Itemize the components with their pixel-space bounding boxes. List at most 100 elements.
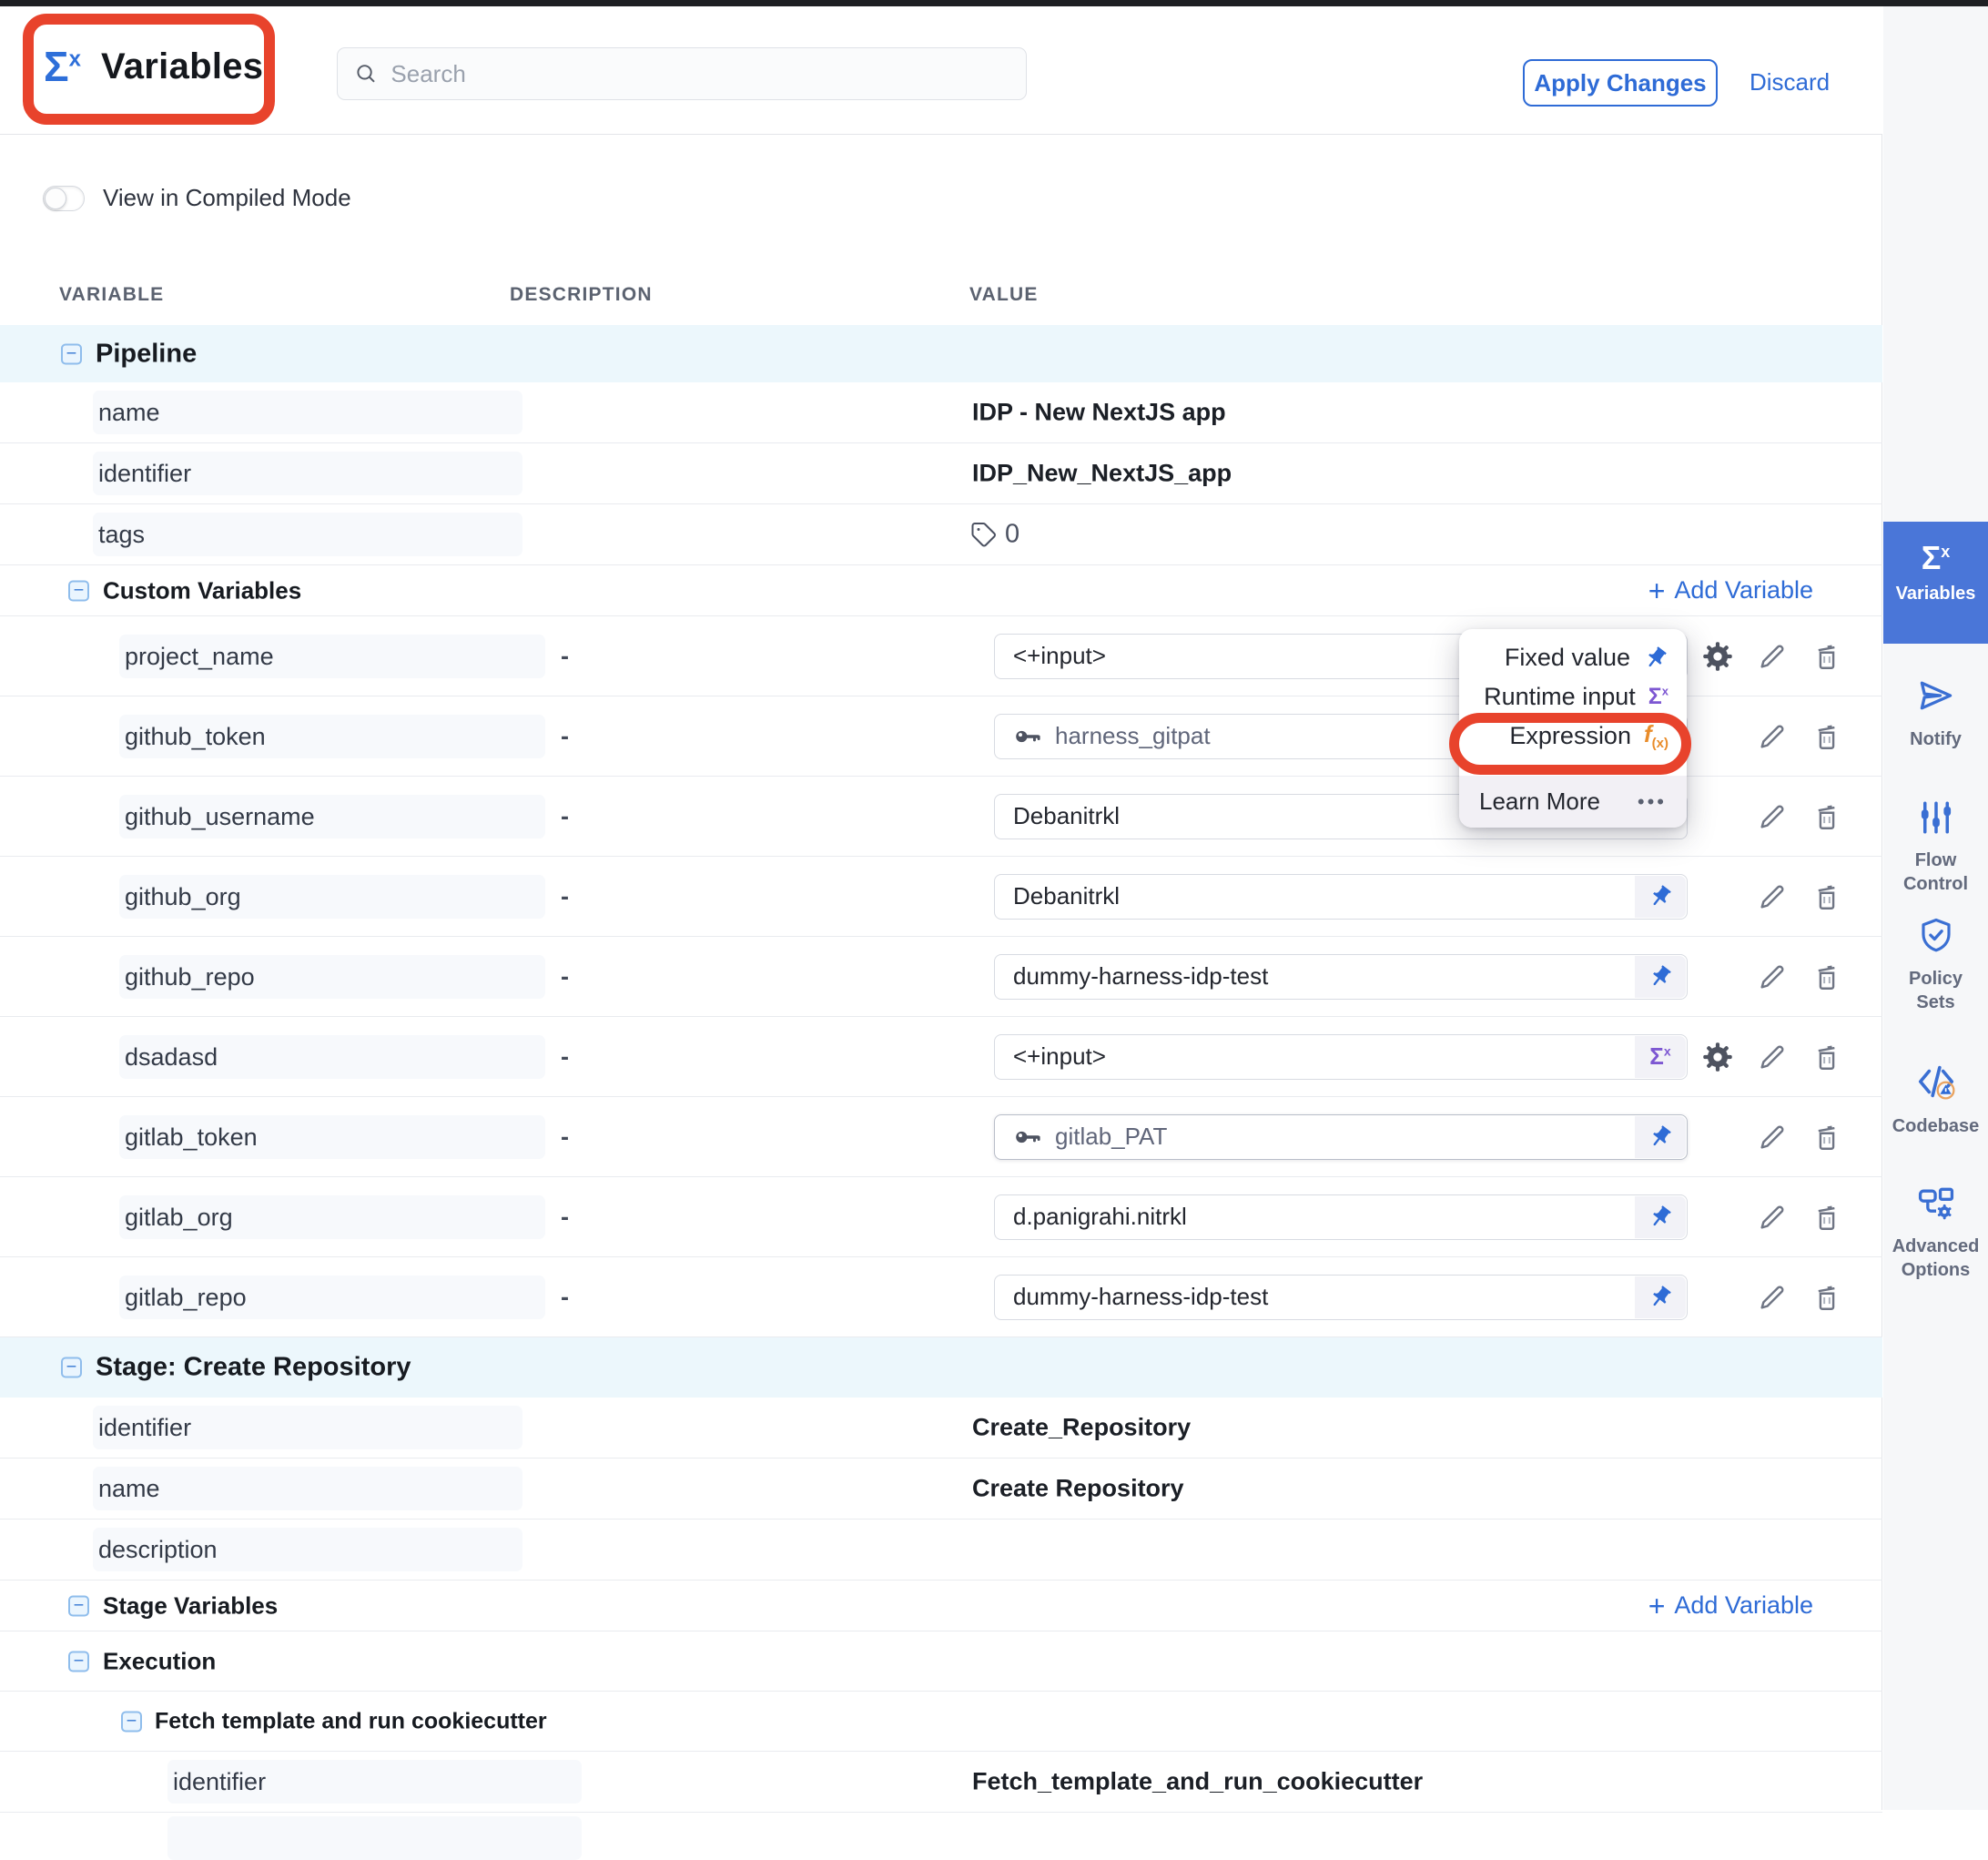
variable-name: dsadasd [119, 1035, 545, 1079]
collapse-icon[interactable]: − [68, 1651, 89, 1672]
pin-icon [1648, 964, 1673, 990]
menu-item-fixed-value[interactable]: Fixed value [1459, 638, 1687, 677]
table-column-headers: VARIABLE DESCRIPTION VALUE [0, 284, 1882, 311]
pinned-fixed-chip[interactable] [1635, 1116, 1686, 1158]
toggle-knob [45, 188, 66, 209]
sidebar-item-variables[interactable]: Σx Variables [1883, 522, 1988, 644]
plus-icon: + [1648, 576, 1666, 605]
variable-name: gitlab_token [119, 1115, 545, 1159]
right-sidebar: Σx Variables Notify Flow Control Policy … [1883, 6, 1988, 1810]
delete-trash-icon[interactable] [1810, 720, 1843, 753]
edit-pencil-icon[interactable] [1756, 880, 1789, 913]
section-header-execution: − Execution [0, 1631, 1882, 1692]
sidebar-item-codebase[interactable]: Codebase [1883, 1061, 1988, 1138]
column-variable: VARIABLE [59, 284, 164, 306]
settings-gear-icon[interactable] [1701, 640, 1734, 673]
table-row: description [0, 1520, 1882, 1580]
variable-name: gitlab_org [119, 1195, 545, 1239]
section-header-stage: − Stage: Create Repository [0, 1337, 1882, 1398]
value-input[interactable]: gitlab_PAT [994, 1114, 1688, 1160]
delete-trash-icon[interactable] [1810, 960, 1843, 993]
section-header-custom-variables: − Custom Variables + Add Variable [0, 565, 1882, 616]
variable-value: Create Repository [972, 1475, 1184, 1503]
variable-value: IDP - New NextJS app [972, 399, 1226, 427]
section-title: Stage Variables [103, 1591, 278, 1620]
delete-trash-icon[interactable] [1810, 1121, 1843, 1154]
more-options-icon[interactable]: ••• [1638, 790, 1667, 814]
column-description: DESCRIPTION [510, 284, 653, 306]
sigma-x-icon: Σx [1922, 539, 1951, 576]
plus-icon: + [1648, 1591, 1666, 1621]
add-variable-button[interactable]: + Add Variable [1648, 1591, 1813, 1621]
sidebar-item-advanced-options[interactable]: Advanced Options [1883, 1183, 1988, 1282]
search-icon [354, 61, 378, 86]
edit-pencil-icon[interactable] [1756, 640, 1789, 673]
variable-value: IDP_New_NextJS_app [972, 460, 1232, 488]
value-input[interactable]: <+input> Σx [994, 1034, 1688, 1080]
pinned-fixed-chip[interactable] [1635, 876, 1686, 918]
collapse-icon[interactable]: − [68, 580, 89, 601]
panel-header: Σx Variables Apply Changes Discard [0, 6, 1882, 135]
sidebar-item-flow-control[interactable]: Flow Control [1883, 798, 1988, 896]
tag-icon [970, 521, 998, 548]
table-row-partial [0, 1813, 1882, 1816]
table-row-gitlab-token: gitlab_token - gitlab_PAT [0, 1097, 1882, 1177]
edit-pencil-icon[interactable] [1756, 800, 1789, 833]
collapse-icon[interactable]: − [121, 1711, 142, 1732]
search-input[interactable] [390, 60, 1009, 88]
search-box[interactable] [337, 47, 1027, 100]
delete-trash-icon[interactable] [1810, 1201, 1843, 1234]
sidebar-item-notify[interactable]: Notify [1883, 676, 1988, 751]
delete-trash-icon[interactable] [1810, 1041, 1843, 1073]
variable-name: github_org [119, 875, 545, 919]
sidebar-item-policy-sets[interactable]: Policy Sets [1883, 917, 1988, 1014]
pinned-fixed-chip[interactable] [1635, 956, 1686, 998]
variable-name: github_username [119, 795, 545, 839]
variable-description: - [561, 802, 569, 830]
collapse-icon[interactable]: − [68, 1595, 89, 1616]
value-input[interactable]: Debanitrkl [994, 874, 1688, 920]
value-input[interactable]: d.panigrahi.nitrkl [994, 1194, 1688, 1240]
variable-name-chip-partial [167, 1816, 582, 1860]
pin-icon [1648, 1285, 1673, 1310]
edit-pencil-icon[interactable] [1756, 1041, 1789, 1073]
window-top-edge [0, 0, 1988, 6]
collapse-icon[interactable]: − [61, 343, 82, 364]
variable-description: - [561, 1123, 569, 1151]
runtime-input-chip[interactable]: Σx [1635, 1036, 1686, 1078]
variable-name: identifier [93, 452, 522, 495]
edit-pencil-icon[interactable] [1756, 960, 1789, 993]
variable-value: Fetch_template_and_run_cookiecutter [972, 1768, 1423, 1796]
learn-more-link[interactable]: Learn More [1479, 788, 1600, 816]
code-warning-icon [1915, 1061, 1957, 1103]
apply-changes-button[interactable]: Apply Changes [1523, 59, 1718, 107]
edit-pencil-icon[interactable] [1756, 720, 1789, 753]
collapse-icon[interactable]: − [61, 1357, 82, 1378]
pinned-fixed-chip[interactable] [1635, 1196, 1686, 1238]
discard-button[interactable]: Discard [1750, 68, 1830, 97]
table-row-github-org: github_org - Debanitrkl [0, 857, 1882, 937]
menu-item-expression[interactable]: Expression f(x) [1459, 717, 1687, 756]
secret-key-icon [1013, 1123, 1042, 1152]
edit-pencil-icon[interactable] [1756, 1281, 1789, 1314]
edit-pencil-icon[interactable] [1756, 1201, 1789, 1234]
delete-trash-icon[interactable] [1810, 640, 1843, 673]
delete-trash-icon[interactable] [1810, 1281, 1843, 1314]
sliders-icon [1917, 798, 1955, 837]
menu-item-runtime-input[interactable]: Runtime input Σx [1459, 677, 1687, 717]
step-group-title: Fetch template and run cookiecutter [155, 1708, 547, 1734]
delete-trash-icon[interactable] [1810, 800, 1843, 833]
delete-trash-icon[interactable] [1810, 880, 1843, 913]
table-row-gitlab-repo: gitlab_repo - dummy-harness-idp-test [0, 1257, 1882, 1337]
variable-name: identifier [93, 1406, 522, 1449]
value-input[interactable]: dummy-harness-idp-test [994, 954, 1688, 1000]
variable-description: - [561, 642, 569, 670]
pinned-fixed-chip[interactable] [1635, 1276, 1686, 1318]
value-input[interactable]: dummy-harness-idp-test [994, 1275, 1688, 1320]
add-variable-button[interactable]: + Add Variable [1648, 576, 1813, 605]
edit-pencil-icon[interactable] [1756, 1121, 1789, 1154]
compiled-mode-toggle[interactable] [43, 186, 85, 211]
settings-gear-icon[interactable] [1701, 1041, 1734, 1073]
variables-table: − Pipeline name IDP - New NextJS app ide… [0, 325, 1882, 1816]
table-row: identifier Create_Repository [0, 1398, 1882, 1459]
